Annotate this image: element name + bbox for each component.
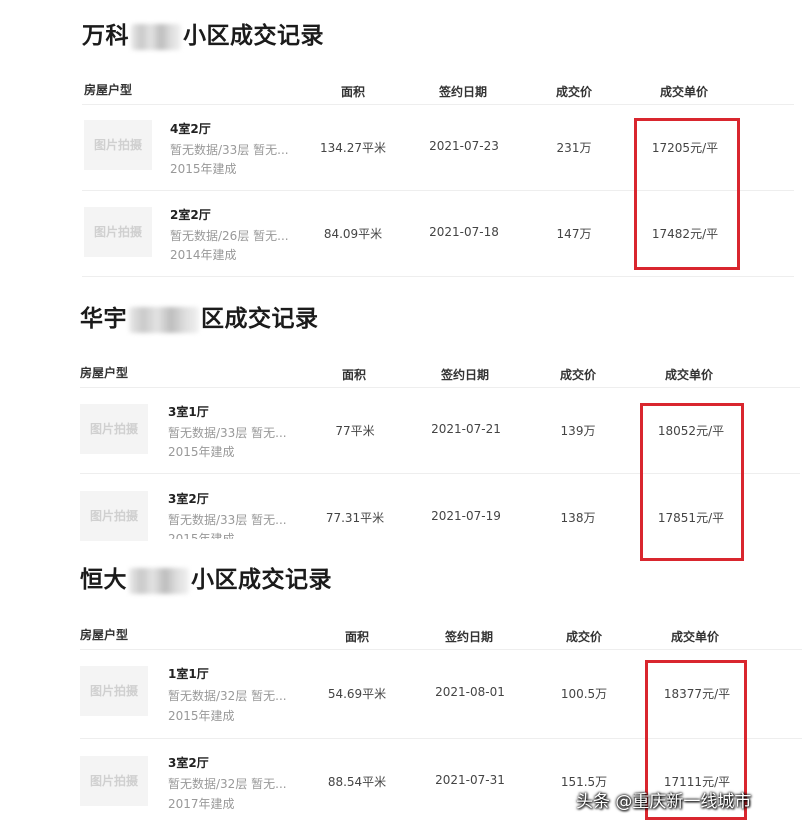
header-type: 房屋户型 xyxy=(84,83,133,97)
section-title: 万科 小区成交记录 xyxy=(82,23,324,50)
row-area: 88.54平米 xyxy=(327,775,387,789)
header-type: 房屋户型 xyxy=(80,366,129,380)
row-date: 2021-08-01 xyxy=(435,685,505,699)
row-area: 77.31平米 xyxy=(325,511,385,525)
row-area: 134.27平米 xyxy=(320,141,386,155)
header-type: 房屋户型 xyxy=(80,628,129,642)
row-date: 2021-07-23 xyxy=(429,139,499,153)
highlight-box xyxy=(634,118,740,270)
row-date: 2021-07-31 xyxy=(435,773,505,787)
listing-photo-placeholder[interactable]: 图片拍摄 xyxy=(80,404,148,454)
header-unit-price: 成交单价 xyxy=(660,85,709,99)
row-layout[interactable]: 3室2厅 xyxy=(168,754,209,771)
header-area: 面积 xyxy=(342,368,367,382)
row-detail: 暂无数据/33层 暂无... xyxy=(168,513,287,527)
row-detail: 暂无数据/32层 暂无... xyxy=(168,689,287,703)
redacted-blur xyxy=(129,567,189,594)
header-price: 成交价 xyxy=(556,85,593,99)
row-built-year: 2015年建成 xyxy=(168,532,235,539)
listing-photo-placeholder[interactable]: 图片拍摄 xyxy=(80,666,148,716)
row-area: 84.09平米 xyxy=(323,227,383,241)
header-divider xyxy=(80,649,802,650)
header-price: 成交价 xyxy=(566,630,603,644)
row-detail: 暂无数据/32层 暂无... xyxy=(168,777,287,791)
listing-photo-placeholder[interactable]: 图片拍摄 xyxy=(80,491,148,541)
row-area: 54.69平米 xyxy=(327,687,387,701)
row-built-year: 2015年建成 xyxy=(168,445,235,459)
row-divider xyxy=(82,276,794,277)
row-layout[interactable]: 1室1厅 xyxy=(168,665,209,682)
row-layout[interactable]: 2室2厅 xyxy=(170,206,211,223)
watermark: 头条 @重庆新一线城市 xyxy=(576,792,752,812)
header-area: 面积 xyxy=(341,85,366,99)
row-layout[interactable]: 3室1厅 xyxy=(168,403,209,420)
header-divider xyxy=(80,387,800,388)
row-detail: 暂无数据/33层 暂无... xyxy=(168,426,287,440)
section-title: 华宇 区成交记录 xyxy=(80,306,319,333)
header-date: 签约日期 xyxy=(445,630,494,644)
header-date: 签约日期 xyxy=(439,85,488,99)
row-detail: 暂无数据/33层 暂无... xyxy=(170,143,289,157)
row-built-year: 2014年建成 xyxy=(170,248,237,262)
row-date: 2021-07-21 xyxy=(431,422,501,436)
redacted-blur xyxy=(131,23,181,50)
header-unit-price: 成交单价 xyxy=(671,630,720,644)
header-unit-price: 成交单价 xyxy=(665,368,714,382)
row-built-year: 2015年建成 xyxy=(170,162,237,176)
row-date: 2021-07-18 xyxy=(429,225,499,239)
header-price: 成交价 xyxy=(560,368,597,382)
row-detail: 暂无数据/26层 暂无... xyxy=(170,229,289,243)
header-divider xyxy=(82,104,794,105)
listing-photo-placeholder[interactable]: 图片拍摄 xyxy=(84,207,152,257)
header-area: 面积 xyxy=(345,630,370,644)
highlight-box xyxy=(640,403,744,561)
row-price: 231万 xyxy=(556,141,592,155)
row-price: 147万 xyxy=(556,227,592,241)
row-price: 138万 xyxy=(560,511,596,525)
row-layout[interactable]: 4室2厅 xyxy=(170,120,211,137)
row-area: 77平米 xyxy=(335,424,375,438)
row-price: 100.5万 xyxy=(560,687,608,701)
header-date: 签约日期 xyxy=(441,368,490,382)
row-price: 139万 xyxy=(560,424,596,438)
row-date: 2021-07-19 xyxy=(431,509,501,523)
row-layout[interactable]: 3室2厅 xyxy=(168,490,209,507)
row-built-year: 2015年建成 xyxy=(168,709,235,723)
listing-photo-placeholder[interactable]: 图片拍摄 xyxy=(84,120,152,170)
listing-photo-placeholder[interactable]: 图片拍摄 xyxy=(80,756,148,806)
row-built-year: 2017年建成 xyxy=(168,797,235,811)
redacted-blur xyxy=(129,306,199,333)
section-title: 恒大 小区成交记录 xyxy=(80,567,332,594)
